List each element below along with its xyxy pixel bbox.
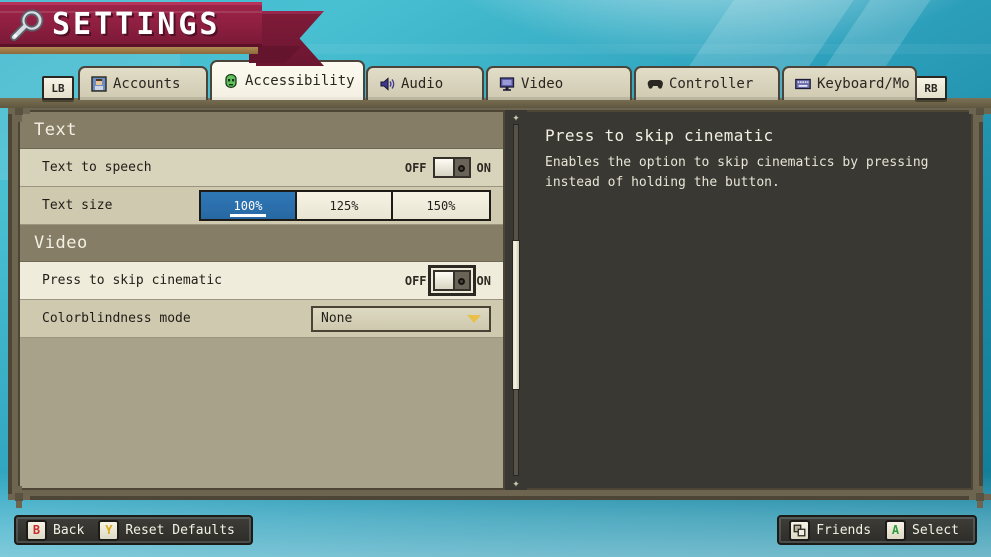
tab-label: Keyboard/Mo xyxy=(817,76,910,92)
button-a-icon: A xyxy=(885,519,907,541)
wrench-icon xyxy=(10,9,44,42)
toggle-switch[interactable] xyxy=(427,265,476,296)
hint-select[interactable]: A Select xyxy=(885,519,959,541)
text-size-option-150[interactable]: 150% xyxy=(393,192,489,219)
text-size-option-125[interactable]: 125% xyxy=(297,192,393,219)
banner-strip xyxy=(0,47,258,54)
hint-back[interactable]: B Back xyxy=(26,519,85,541)
setting-label: Colorblindness mode xyxy=(42,311,191,326)
speaker-icon xyxy=(380,77,395,91)
setting-label: Text size xyxy=(42,198,113,213)
text-size-segmented-control[interactable]: 100% 125% 150% xyxy=(199,190,491,221)
tab-bar: LB RB Accounts Accessibility Audio Video… xyxy=(0,60,991,100)
keyboard-icon xyxy=(795,78,811,90)
text-size-option-100[interactable]: 100% xyxy=(201,192,297,219)
tab-keyboard-mouse[interactable]: Keyboard/Mo xyxy=(782,66,917,100)
hint-friends[interactable]: Friends xyxy=(789,519,872,541)
tab-audio[interactable]: Audio xyxy=(366,66,484,100)
frame-corner xyxy=(8,486,30,508)
toggle-knob xyxy=(434,159,455,176)
scroll-down-icon[interactable]: ✦ xyxy=(509,476,523,490)
bottom-hint-bar-right: Friends A Select xyxy=(777,515,977,545)
toggle-on-label: ON xyxy=(476,160,491,175)
bottom-hint-bar-left: B Back Y Reset Defaults xyxy=(14,515,253,545)
tab-label: Video xyxy=(521,76,564,92)
setting-row-text-to-speech[interactable]: Text to speech OFF ON xyxy=(20,149,503,187)
right-bumper-hint[interactable]: RB xyxy=(915,76,947,100)
account-avatar-icon xyxy=(91,76,107,92)
button-y-icon: Y xyxy=(98,519,120,541)
button-b-icon: B xyxy=(26,519,47,541)
description-body: Enables the option to skip cinematics by… xyxy=(545,155,929,191)
page-title: SETTINGS xyxy=(52,7,221,42)
tab-accessibility[interactable]: Accessibility xyxy=(210,60,365,100)
gamepad-icon xyxy=(647,79,663,89)
description-panel: Press to skip cinematic Enables the opti… xyxy=(527,110,973,490)
setting-label: Text to speech xyxy=(42,160,152,175)
setting-row-colorblindness-mode[interactable]: Colorblindness mode None xyxy=(20,300,503,338)
hint-reset-defaults[interactable]: Y Reset Defaults xyxy=(98,519,235,541)
settings-list[interactable]: Text Text to speech OFF ON Text size 100… xyxy=(18,110,505,490)
toggle-off-label: OFF xyxy=(404,273,427,288)
tab-controller[interactable]: Controller xyxy=(634,66,780,100)
section-header-video: Video xyxy=(20,225,503,262)
left-bumper-hint[interactable]: LB xyxy=(42,76,74,100)
title-banner: SETTINGS xyxy=(0,2,330,66)
tab-video[interactable]: Video xyxy=(486,66,632,100)
tab-accounts[interactable]: Accounts xyxy=(78,66,208,100)
scroll-up-icon[interactable]: ✦ xyxy=(509,110,523,124)
tab-label: Accounts xyxy=(113,76,181,92)
dropdown-value: None xyxy=(321,311,353,326)
hint-label: Back xyxy=(53,522,85,538)
setting-row-press-to-skip-cinematic[interactable]: Press to skip cinematic OFF ON xyxy=(20,262,503,300)
scrollbar-thumb[interactable] xyxy=(512,240,520,390)
setting-row-text-size[interactable]: Text size 100% 125% 150% xyxy=(20,187,503,225)
toggle-off-label: OFF xyxy=(404,160,427,175)
setting-label: Press to skip cinematic xyxy=(42,273,223,288)
settings-scrollbar[interactable]: ✦ ✦ xyxy=(505,110,527,490)
accessibility-head-icon xyxy=(225,73,237,89)
section-header-text: Text xyxy=(20,112,503,149)
hint-label: Reset Defaults xyxy=(125,522,235,538)
toggle-knob xyxy=(434,272,455,289)
toggle-led xyxy=(457,165,465,172)
press-to-skip-cinematic-toggle[interactable]: OFF ON xyxy=(404,265,491,296)
tab-label: Audio xyxy=(401,76,444,92)
toggle-led xyxy=(457,278,465,285)
tab-label: Accessibility xyxy=(245,73,355,89)
friends-icon xyxy=(789,519,811,541)
tab-label: Controller xyxy=(669,76,754,92)
toggle-switch[interactable] xyxy=(432,157,471,178)
hint-label: Friends xyxy=(816,522,872,538)
monitor-icon xyxy=(499,77,515,91)
description-title: Press to skip cinematic xyxy=(545,126,774,145)
colorblindness-mode-dropdown[interactable]: None xyxy=(311,305,491,332)
toggle-on-label: ON xyxy=(476,273,491,288)
settings-frame: Text Text to speech OFF ON Text size 100… xyxy=(8,100,991,508)
hint-label: Select xyxy=(912,522,959,538)
text-to-speech-toggle[interactable]: OFF ON xyxy=(405,157,491,178)
frame-corner xyxy=(969,486,991,508)
chevron-down-icon xyxy=(467,314,481,323)
